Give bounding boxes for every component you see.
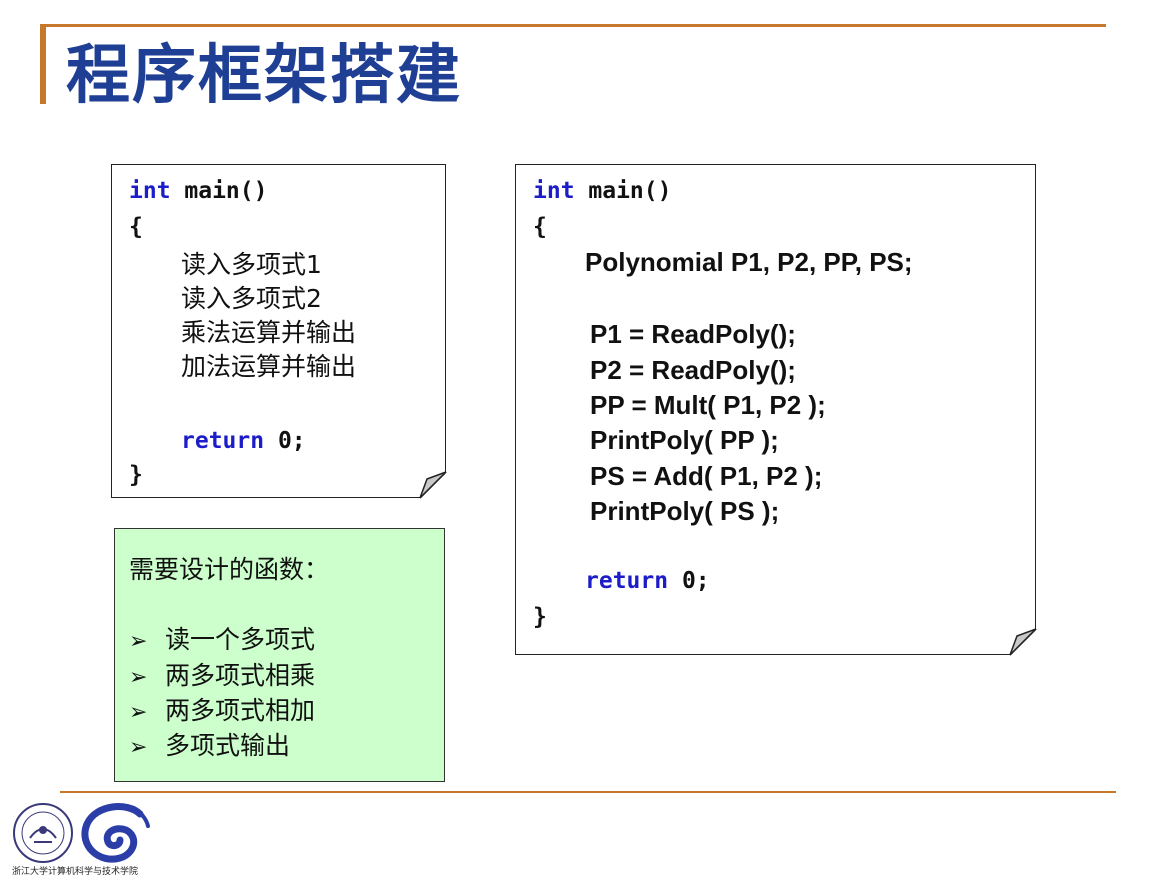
top-rule	[40, 24, 1106, 27]
left-accent-bar	[40, 24, 46, 104]
function-item-label: 两多项式相加	[165, 696, 316, 725]
left-close-brace: }	[129, 462, 143, 488]
stmt-print-pp: PrintPoly( PP );	[590, 425, 779, 455]
function-item-label: 读一个多项式	[165, 625, 316, 654]
function-item: ➢ 读一个多项式	[129, 623, 315, 659]
functions-heading: 需要设计的函数：	[129, 555, 330, 584]
left-open-brace: {	[129, 214, 143, 240]
page-title: 程序框架搭建	[66, 39, 462, 113]
function-item-label: 多项式输出	[165, 731, 291, 760]
left-step-2: 读入多项式2	[181, 284, 322, 313]
left-return-line: return 0;	[181, 426, 306, 456]
bullet-arrow-icon: ➢	[129, 735, 148, 760]
left-step-1: 读入多项式1	[181, 250, 322, 279]
bottom-rule	[60, 791, 1116, 793]
left-code-signature: int main()	[129, 176, 267, 206]
right-return-value: 0;	[668, 568, 710, 594]
right-code-signature: int main()	[533, 176, 671, 206]
page-fold-icon	[419, 471, 447, 499]
stmt-mult: PP = Mult( P1, P2 );	[590, 390, 826, 420]
right-code-note: int main() { Polynomial P1, P2, PP, PS; …	[515, 164, 1037, 656]
university-seal-icon	[13, 803, 73, 863]
right-int-keyword: int	[533, 178, 575, 204]
function-item-label: 两多项式相乘	[165, 661, 316, 690]
stmt-add: PS = Add( P1, P2 );	[590, 461, 823, 491]
bullet-arrow-icon: ➢	[129, 700, 148, 725]
right-close-brace: }	[533, 604, 547, 630]
bullet-arrow-icon: ➢	[129, 665, 148, 690]
stmt-print-ps: PrintPoly( PS );	[590, 496, 780, 526]
left-return-value: 0;	[264, 428, 306, 454]
left-return-keyword: return	[181, 428, 265, 454]
polynomial-declaration: Polynomial P1, P2, PP, PS;	[585, 247, 913, 277]
left-int-keyword: int	[129, 178, 171, 204]
college-swirl-logo-icon	[81, 803, 150, 863]
footer-logo-area: 浙江大学计算机科学与技术学院	[10, 800, 160, 880]
right-return-keyword: return	[585, 568, 669, 594]
right-open-brace: {	[533, 214, 547, 240]
left-step-3: 乘法运算并输出	[181, 318, 357, 347]
stmt-read-p2: P2 = ReadPoly();	[590, 355, 796, 385]
function-item: ➢ 多项式输出	[129, 729, 290, 765]
left-code-note: int main() { 读入多项式1 读入多项式2 乘法运算并输出 加法运算并…	[111, 164, 447, 499]
stmt-read-p1: P1 = ReadPoly();	[590, 319, 796, 349]
function-item: ➢ 两多项式相乘	[129, 659, 315, 695]
right-return-line: return 0;	[585, 566, 710, 596]
left-step-4: 加法运算并输出	[181, 352, 357, 381]
function-item: ➢ 两多项式相加	[129, 694, 315, 730]
bullet-arrow-icon: ➢	[129, 629, 148, 654]
page-fold-icon	[1009, 628, 1037, 656]
left-main-text: main()	[170, 178, 268, 204]
right-main-text: main()	[574, 178, 672, 204]
college-caption: 浙江大学计算机科学与技术学院	[12, 867, 139, 877]
functions-box: 需要设计的函数： ➢ 读一个多项式 ➢ 两多项式相乘 ➢ 两多项式相加 ➢ 多项式输出	[114, 528, 445, 782]
